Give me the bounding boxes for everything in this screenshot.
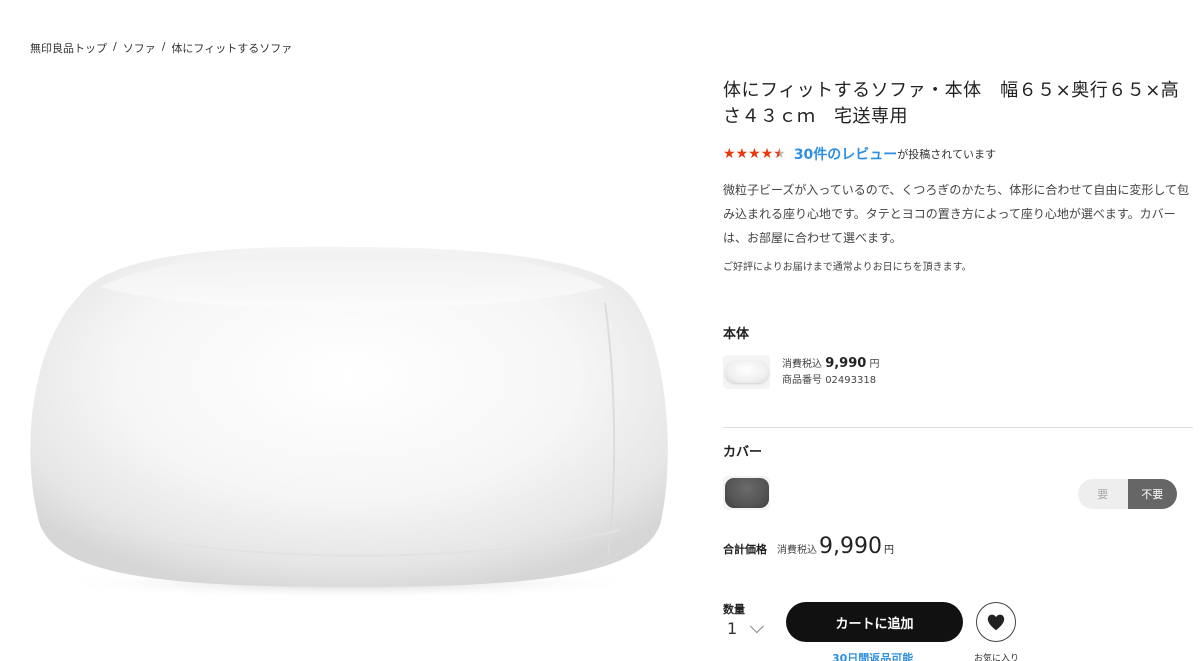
star-icon: ★ <box>723 146 736 162</box>
tax-label: 消費税込 <box>782 358 822 370</box>
favorite-button[interactable] <box>976 602 1016 642</box>
breadcrumb: 無印良品トップ / ソファ / 体にフィットするソファ <box>30 40 292 56</box>
breadcrumb-separator: / <box>161 40 166 53</box>
cover-toggle[interactable]: 要 不要 <box>1078 479 1177 509</box>
breadcrumb-current[interactable]: 体にフィットするソファ <box>171 40 292 56</box>
product-title: 体にフィットするソファ・本体 幅６５×奥行６５×高さ４３ｃｍ 宅送専用 <box>723 80 1180 127</box>
body-price-block: 消費税込 9,990 円 商品番号 02493318 <box>782 356 880 389</box>
cover-toggle-not-required[interactable]: 不要 <box>1127 479 1177 509</box>
returns-link[interactable]: 30日間返品可能 <box>832 650 913 661</box>
chevron-down-icon <box>749 618 765 633</box>
rating-row: ★ ★ ★ ★ ★ 30件のレビュー が投稿されています <box>723 144 1193 164</box>
cover-section-label: カバー <box>723 445 763 460</box>
body-section-label: 本体 <box>723 327 750 342</box>
cover-toggle-required[interactable]: 要 <box>1078 479 1128 509</box>
yen-label: 円 <box>869 358 880 370</box>
body-thumbnail <box>723 355 770 389</box>
star-icon: ★ <box>748 146 761 162</box>
breadcrumb-separator: / <box>113 40 117 53</box>
review-link[interactable]: 30件のレビュー <box>794 144 897 164</box>
product-image <box>20 225 680 605</box>
review-suffix: が投稿されています <box>897 148 996 161</box>
quantity-value: 1 <box>727 619 738 638</box>
body-price: 9,990 <box>825 355 867 371</box>
total-tax-label: 消費税込 <box>777 545 817 556</box>
breadcrumb-sofa[interactable]: ソファ <box>123 40 156 56</box>
product-info: 体にフィットするソファ・本体 幅６５×奥行６５×高さ４３ｃｍ 宅送専用 ★ ★ … <box>723 78 1193 273</box>
favorite-label: お気に入り <box>974 654 1020 661</box>
total-label: 合計価格 <box>723 543 767 556</box>
total-price: 合計価格 消費税込 9,990 円 <box>723 534 894 559</box>
add-to-cart-button[interactable]: カートに追加 <box>786 602 963 642</box>
heart-icon <box>987 614 1005 631</box>
product-code: 02493318 <box>825 374 877 386</box>
star-icon: ★ <box>760 146 774 162</box>
product-description: 微粒子ビーズが入っているので、くつろぎのかたち、体形に合わせて自由に変形して包み… <box>723 183 1189 245</box>
cover-option[interactable] <box>723 476 770 510</box>
quantity-label: 数量 <box>723 603 745 616</box>
total-yen: 円 <box>883 545 894 556</box>
quantity-select[interactable]: 1 <box>727 618 765 638</box>
star-icon: ★ <box>735 146 749 162</box>
body-option[interactable]: 消費税込 9,990 円 商品番号 02493318 <box>723 355 880 389</box>
half-star-icon: ★ <box>773 146 786 162</box>
cover-thumbnail <box>723 476 770 510</box>
product-code-label: 商品番号 <box>782 374 822 386</box>
delivery-note: ご好評によりお届けまで通常よりお日にちを頂きます。 <box>723 262 972 273</box>
rating-stars: ★ ★ ★ ★ ★ <box>723 147 786 161</box>
divider <box>723 427 1193 428</box>
breadcrumb-home[interactable]: 無印良品トップ <box>30 40 107 56</box>
total-amount: 9,990 <box>819 534 882 559</box>
